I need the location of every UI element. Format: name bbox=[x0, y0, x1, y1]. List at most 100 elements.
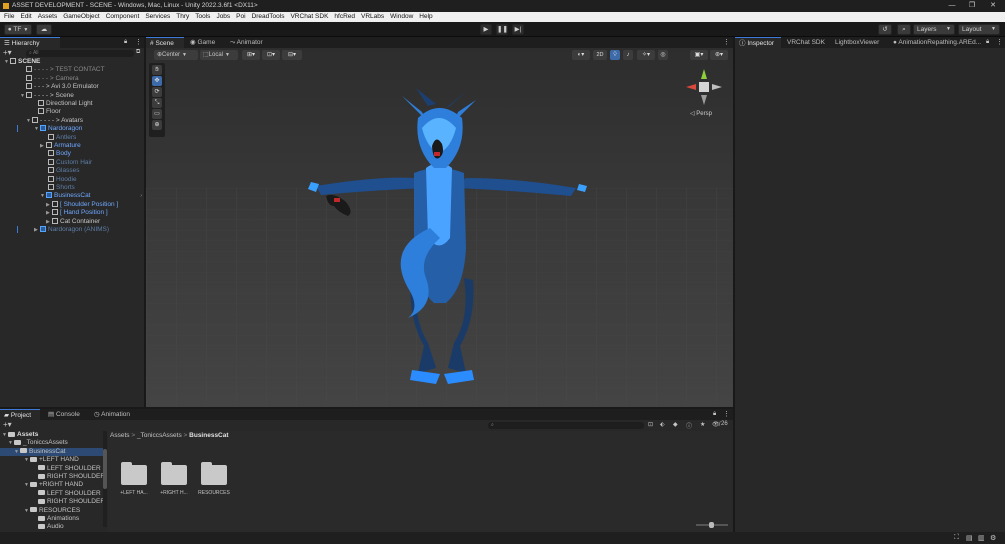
menu-help[interactable]: Help bbox=[419, 12, 432, 22]
list-item[interactable]: Animations bbox=[38, 515, 79, 523]
camera-settings-dropdown[interactable]: ▣▾ bbox=[690, 50, 708, 60]
list-item[interactable]: ▼ BusinessCat › bbox=[40, 192, 144, 200]
debug-icon[interactable]: ⚙ bbox=[990, 534, 996, 542]
grid-snap-button[interactable]: ⊞▾ bbox=[242, 50, 260, 60]
asset-folder[interactable]: +LEFT HA... bbox=[118, 453, 150, 496]
list-item[interactable]: Glasses bbox=[48, 167, 79, 175]
add-icon[interactable]: +▾ bbox=[3, 48, 12, 57]
list-item[interactable]: Floor bbox=[38, 108, 61, 116]
tag-icon[interactable]: ◆ bbox=[673, 421, 678, 428]
increment-snap-button[interactable]: ⊟▾ bbox=[282, 50, 302, 60]
play-button[interactable]: ▶ bbox=[480, 24, 492, 35]
list-item[interactable]: ▼ +LEFT HAND bbox=[24, 456, 79, 464]
space-dropdown[interactable]: ⬚Local ▼ bbox=[200, 50, 238, 60]
tab-animator[interactable]: ⤳ Animator bbox=[226, 37, 274, 48]
minimize-button[interactable]: — bbox=[942, 0, 962, 12]
account-dropdown[interactable]: ● TF ▼ bbox=[4, 24, 32, 35]
snap-button[interactable]: ⊡▾ bbox=[262, 50, 280, 60]
breadcrumb-item[interactable]: Assets bbox=[110, 432, 130, 439]
close-button[interactable]: ✕ bbox=[983, 0, 1003, 12]
menu-edit[interactable]: Edit bbox=[20, 12, 31, 22]
list-item[interactable]: ▼ +RIGHT HAND bbox=[24, 481, 83, 489]
list-item[interactable]: ▼ RESOURCES bbox=[24, 507, 80, 515]
list-item[interactable]: Custom Hair bbox=[48, 158, 92, 167]
list-item[interactable]: Directional Light bbox=[38, 100, 93, 108]
orientation-gizmo[interactable]: ◁ Persp bbox=[682, 65, 726, 125]
move-tool[interactable]: ✥ bbox=[152, 76, 162, 86]
list-item[interactable]: ▼ SCENE bbox=[4, 58, 144, 66]
menu-vrchat-sdk[interactable]: VRChat SDK bbox=[290, 12, 328, 22]
list-item[interactable]: - - - > Avi 3.0 Emulator bbox=[26, 83, 99, 91]
asset-folder[interactable]: +RIGHT H... bbox=[158, 453, 190, 496]
menu-services[interactable]: Services bbox=[145, 12, 170, 22]
list-item[interactable]: ▼ Assets bbox=[2, 431, 38, 439]
list-item[interactable]: ▶ Nardoragon (ANIMS) bbox=[34, 226, 109, 234]
rect-tool[interactable]: ▭ bbox=[152, 109, 162, 119]
step-button[interactable]: ▶| bbox=[512, 24, 524, 35]
list-item[interactable]: ▶ Cat Container bbox=[46, 217, 100, 226]
list-item[interactable]: Body bbox=[48, 150, 71, 158]
progress-icon[interactable]: ▥ bbox=[978, 534, 985, 542]
search-by-type-icon[interactable]: ⊡ bbox=[648, 421, 653, 428]
tab-project[interactable]: ▰ Project bbox=[0, 409, 40, 420]
lock-icon[interactable]: 🔒︎ bbox=[124, 39, 127, 46]
menu-dreadtools[interactable]: DreadTools bbox=[252, 12, 285, 22]
hierarchy-search-input[interactable]: ⌕ All bbox=[26, 50, 134, 57]
list-item[interactable]: - - - - > TEST CONTACT bbox=[26, 66, 105, 74]
layout-dropdown[interactable]: Layout ▼ bbox=[958, 24, 1000, 35]
add-icon[interactable]: +▾ bbox=[3, 420, 12, 429]
transform-tool[interactable]: ⊕ bbox=[152, 120, 162, 130]
lock-icon[interactable]: 🔒︎ bbox=[986, 39, 989, 46]
2d-toggle[interactable]: 2D bbox=[593, 50, 607, 60]
more-icon[interactable]: ⋮ bbox=[723, 38, 730, 46]
filter-icon[interactable]: ⧉ bbox=[136, 49, 140, 56]
rotate-tool[interactable]: ⟳ bbox=[152, 87, 162, 97]
menu-thry[interactable]: Thry bbox=[176, 12, 189, 22]
search-button[interactable]: ⌕ bbox=[897, 24, 911, 35]
list-item[interactable]: ▼ - - - - > Scene bbox=[20, 91, 74, 100]
menu-window[interactable]: Window bbox=[390, 12, 413, 22]
tab-scene[interactable]: # Scene bbox=[146, 37, 184, 48]
menu-assets[interactable]: Assets bbox=[38, 12, 58, 22]
menu-vrlabs[interactable]: VRLabs bbox=[361, 12, 384, 22]
draw-mode-button[interactable]: ◐▾ bbox=[572, 50, 590, 60]
list-item[interactable]: Antlers bbox=[48, 133, 76, 142]
lighting-toggle[interactable]: 💡︎ bbox=[610, 50, 620, 60]
star-icon[interactable]: ★ bbox=[700, 421, 705, 428]
search-by-label-icon[interactable]: ⬖ bbox=[660, 421, 665, 428]
cloud-button[interactable]: ☁ bbox=[36, 24, 52, 35]
cache-icon[interactable]: ▤ bbox=[966, 534, 973, 542]
maximize-button[interactable]: ❐ bbox=[962, 0, 982, 12]
perspective-label[interactable]: ◁ Persp bbox=[690, 110, 712, 117]
list-item[interactable]: LEFT SHOULDER bbox=[38, 465, 101, 473]
list-item[interactable]: Hoodie bbox=[48, 175, 77, 184]
tree-scrollbar[interactable] bbox=[103, 431, 107, 527]
menu-tools[interactable]: Tools bbox=[195, 12, 210, 22]
tab-hierarchy[interactable]: ☰ Hierarchy bbox=[0, 37, 60, 48]
breadcrumb-item[interactable]: BusinessCat bbox=[189, 432, 228, 439]
list-item[interactable]: RIGHT SHOULDER bbox=[38, 473, 105, 481]
effects-dropdown[interactable]: ✧▾ bbox=[637, 50, 655, 60]
menu-jobs[interactable]: Jobs bbox=[216, 12, 230, 22]
more-icon[interactable]: ⋮ bbox=[135, 38, 142, 46]
slider-handle[interactable] bbox=[709, 522, 714, 528]
menu-file[interactable]: File bbox=[4, 12, 14, 22]
more-icon[interactable]: ⋮ bbox=[723, 410, 730, 418]
list-item[interactable]: RIGHT SHOULDER bbox=[38, 498, 105, 506]
list-item[interactable]: Audio bbox=[38, 523, 64, 531]
zoom-slider[interactable] bbox=[696, 522, 728, 528]
list-item[interactable]: ▼ Nardoragon bbox=[34, 125, 82, 133]
list-item[interactable]: ▼ _ToniccsAssets bbox=[8, 439, 68, 447]
info-icon[interactable]: ⓘ bbox=[686, 421, 692, 430]
scene-viewport[interactable] bbox=[146, 48, 733, 407]
list-item[interactable]: ▼ - - - - > Avatars bbox=[26, 116, 83, 125]
list-item[interactable]: - - - - > Camera bbox=[26, 74, 79, 83]
asset-folder[interactable]: RESOURCES bbox=[198, 453, 230, 496]
pivot-dropdown[interactable]: ⊕Center ▼ bbox=[154, 50, 198, 60]
tab-game[interactable]: ◉ Game bbox=[186, 37, 224, 48]
menu-gameobject[interactable]: GameObject bbox=[63, 12, 100, 22]
hidden-packages-icon[interactable]: 👁︎̸ bbox=[712, 421, 720, 428]
scale-tool[interactable]: ⤡ bbox=[152, 98, 162, 108]
lock-icon[interactable]: 🔒︎ bbox=[713, 411, 716, 418]
chevron-right-icon[interactable]: › bbox=[140, 192, 142, 200]
